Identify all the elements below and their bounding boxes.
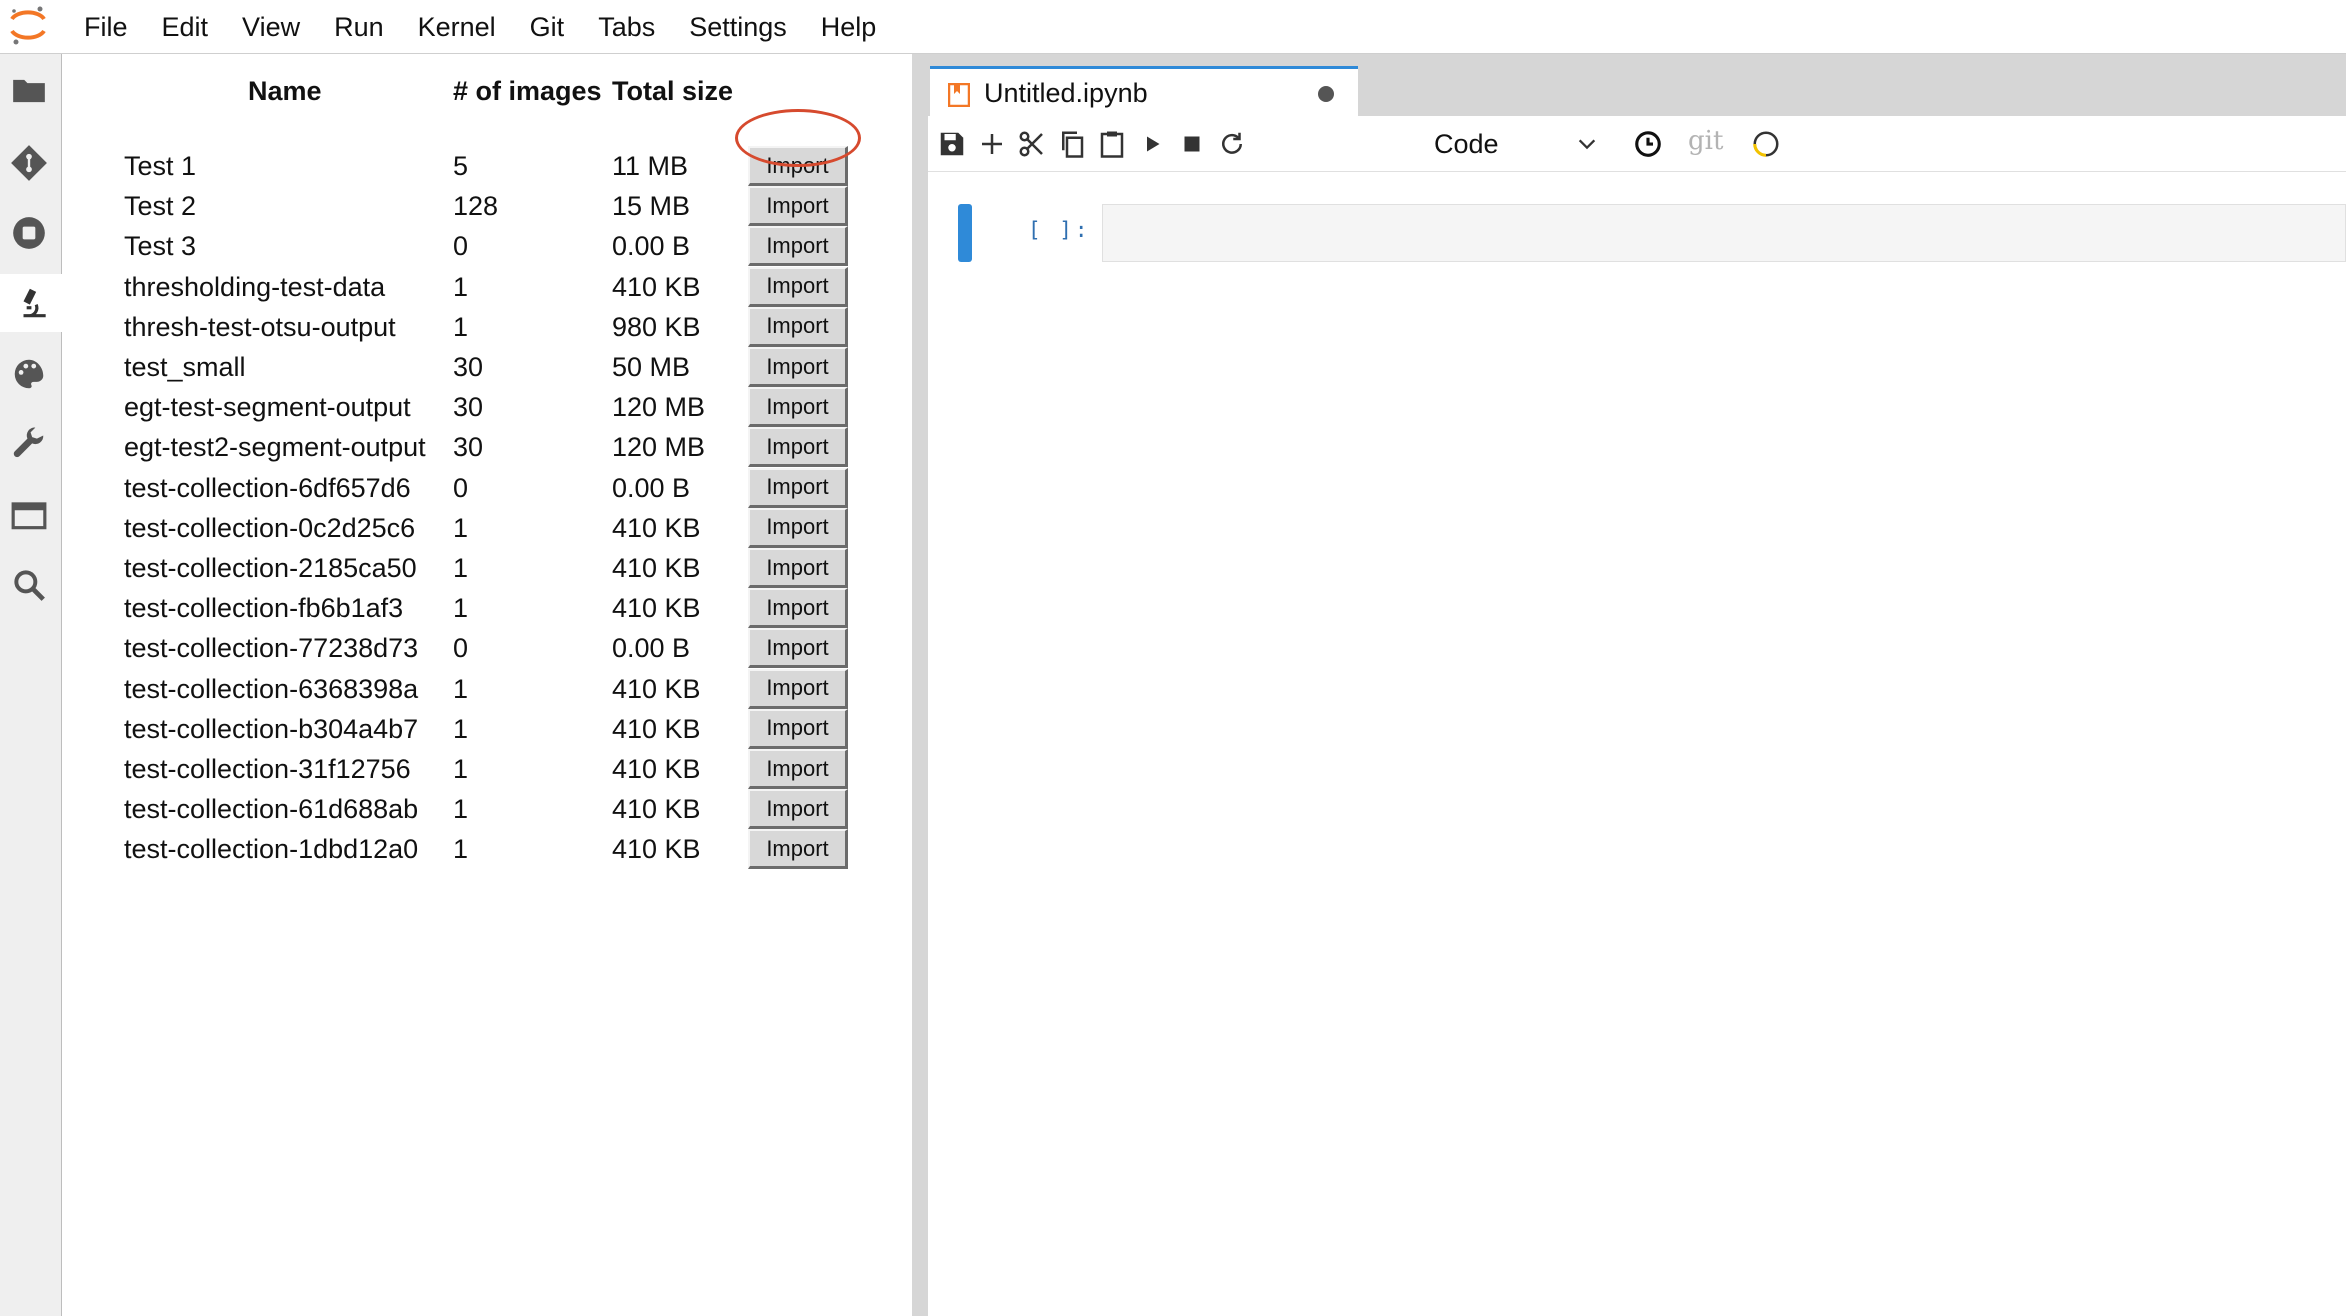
code-cell-input[interactable]: [1102, 204, 2346, 262]
search-icon[interactable]: [0, 556, 58, 614]
menu-bar: File Edit View Run Kernel Git Tabs Setti…: [0, 0, 2346, 54]
cut-icon: [1019, 131, 1043, 157]
restart-icon: [1222, 132, 1242, 154]
restart-button[interactable]: [1212, 124, 1252, 164]
cell-type-value: Code: [1434, 128, 1499, 159]
column-header-count: # of images: [453, 76, 602, 106]
run-button[interactable]: [1132, 124, 1172, 164]
folder-icon[interactable]: [0, 62, 58, 120]
table-row: test-collection-1dbd12a0 1 410 KB Import: [62, 819, 914, 879]
jupyter-logo-icon[interactable]: [6, 3, 50, 47]
activity-bar: [0, 54, 62, 1316]
paste-button[interactable]: [1092, 124, 1132, 164]
save-icon: [940, 132, 964, 156]
tab-bar: Untitled.ipynb: [928, 54, 2346, 118]
wrench-icon[interactable]: [0, 416, 58, 474]
palette-icon[interactable]: [0, 345, 58, 403]
paste-icon: [1100, 131, 1124, 158]
collections-panel: Name # of images Total size Test 1 5 11 MB…: [62, 54, 914, 1316]
total-size: 410 KB: [612, 834, 701, 865]
git-icon[interactable]: [0, 134, 58, 192]
menu-run[interactable]: Run: [334, 0, 384, 54]
clock-icon: [1635, 131, 1661, 157]
microscope-icon[interactable]: [0, 274, 62, 332]
notebook-icon: [948, 83, 970, 107]
active-cell-marker: [958, 204, 972, 262]
menu-kernel[interactable]: Kernel: [418, 0, 496, 54]
cut-button[interactable]: [1012, 124, 1052, 164]
notebook-toolbar: Code git: [928, 116, 2346, 172]
column-header-size: Total size: [612, 76, 734, 106]
import-button[interactable]: Import: [748, 829, 848, 870]
add-cell-icon: [982, 134, 1002, 154]
menu-items: File Edit View Run Kernel Git Tabs Setti…: [84, 0, 910, 54]
menu-view[interactable]: View: [242, 0, 300, 54]
collection-name: test-collection-1dbd12a0: [124, 834, 419, 865]
spinner-icon: [1753, 131, 1779, 157]
cell-type-select[interactable]: Code: [1434, 124, 1602, 164]
run-icon: [1147, 136, 1160, 152]
kernel-status-button[interactable]: [1628, 124, 1668, 164]
menu-settings[interactable]: Settings: [689, 0, 787, 54]
menu-file[interactable]: File: [84, 0, 128, 54]
chevron-down-icon: [1578, 139, 1596, 150]
tab-label: Untitled.ipynb: [984, 78, 1148, 108]
save-button[interactable]: [932, 124, 972, 164]
copy-button[interactable]: [1052, 124, 1092, 164]
window-icon[interactable]: [0, 486, 58, 544]
column-header-name: Name: [248, 76, 322, 106]
image-count: 1: [453, 834, 469, 865]
copy-icon: [1062, 131, 1084, 158]
interrupt-button[interactable]: [1172, 124, 1212, 164]
menu-tabs[interactable]: Tabs: [598, 0, 655, 54]
add-cell-button[interactable]: [972, 124, 1012, 164]
stop-circle-icon[interactable]: [0, 204, 58, 262]
menu-help[interactable]: Help: [821, 0, 877, 54]
panel-splitter[interactable]: [912, 54, 928, 1316]
unsaved-indicator-icon[interactable]: [1318, 86, 1334, 102]
menu-git[interactable]: Git: [530, 0, 565, 54]
git-label[interactable]: git: [1688, 126, 1723, 156]
tab-untitled-notebook[interactable]: Untitled.ipynb: [930, 66, 1358, 118]
cell-prompt: [ ]:: [1028, 218, 1091, 242]
kernel-busy-indicator: [1746, 124, 1786, 164]
stop-icon: [1184, 136, 1200, 152]
notebook-area: Untitled.ipynb Code git []:: [928, 54, 2346, 1316]
menu-edit[interactable]: Edit: [162, 0, 209, 54]
